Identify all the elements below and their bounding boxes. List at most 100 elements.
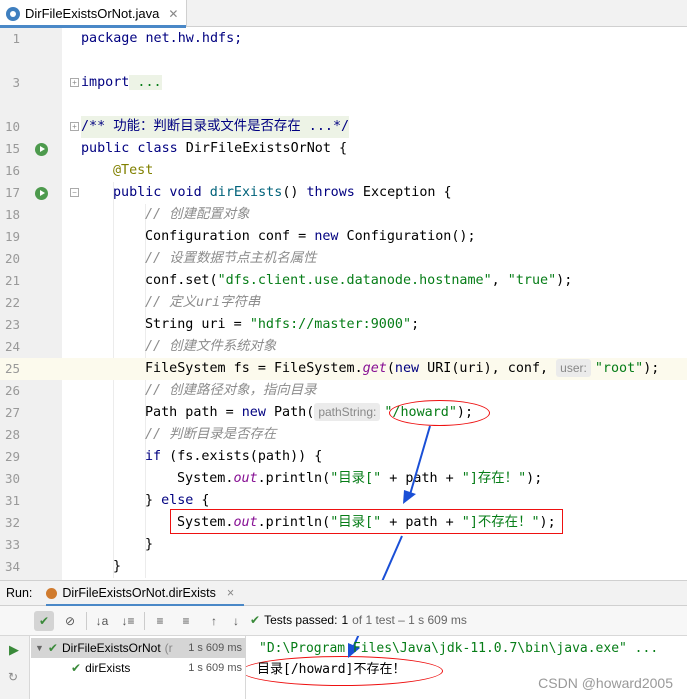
show-passed-button[interactable]: ✔ [34,611,54,631]
line-number: 17 [4,185,20,200]
code-editor[interactable]: 1 package net.hw.hdfs; 3 + import ... 10… [0,28,687,580]
code-line-23: 23 String uri = "hdfs://master:9000"; [0,314,687,336]
line-number: 1 [12,31,20,46]
annotation-highlight-box [170,509,563,534]
expand-all-button[interactable]: ≡ [150,611,170,631]
run-config-tab[interactable]: DirFileExistsOrNot.dirExists × [46,580,245,607]
line-number: 29 [4,449,20,464]
fold-icon[interactable]: + [70,122,79,131]
annotation-circle-path [389,400,490,426]
line-number: 27 [4,405,20,420]
line-number: 3 [12,75,20,90]
code-text: import [81,75,130,90]
code-line-22: 22 // 定义uri字符串 [0,292,687,314]
passed-check-icon: ✔ [250,613,261,627]
status-text: Tests passed: [264,613,338,627]
watermark: CSDN @howard2005 [538,675,673,691]
code-text: System. [177,471,234,486]
code-text: , [491,273,508,288]
rerun-failed-icon[interactable]: ↻ [8,670,18,684]
code-text: Path( [265,405,315,420]
code-line-1: 1 package net.hw.hdfs; [0,28,687,50]
line-number: 32 [4,515,20,530]
show-ignored-button[interactable]: ⊘ [60,611,80,631]
code-text: } [145,493,162,508]
file-tab-title: DirFileExistsOrNot.java [25,6,160,21]
line-number: 21 [4,273,20,288]
previous-test-button[interactable]: ↑ [204,611,224,631]
code-line-24: 24 // 创建文件系统对象 [0,336,687,358]
code-text: } [145,537,154,552]
code-text: // 定义uri字符串 [145,295,261,310]
run-label: Run: [6,586,33,600]
code-text: // 创建路径对象，指向目录 [145,383,317,398]
line-number: 19 [4,229,20,244]
code-text: new [241,405,266,420]
close-run-tab-icon[interactable]: × [227,586,234,600]
file-tab[interactable]: DirFileExistsOrNot.java ✕ [0,0,188,28]
toolbar-separator [144,612,145,630]
test-tree-method[interactable]: ✔ dirExists 1 s 609 ms [31,658,246,678]
code-text: { [193,493,210,508]
doc-comment[interactable]: /** 功能：判断目录或文件是否存在 ...*/ [81,119,349,134]
code-line-19: 19 Configuration conf = new Configuratio… [0,226,687,248]
code-text: + path + [381,471,462,486]
next-test-button[interactable]: ↓ [226,611,246,631]
sort-duration-button[interactable]: ↓≡ [118,611,138,631]
fold-icon[interactable]: + [70,78,79,87]
line-number: 18 [4,207,20,222]
code-text: "目录[" [330,471,382,486]
status-count: 1 [341,613,349,627]
code-text: .println( [257,471,331,486]
passed-check-icon: ✔ [71,661,82,675]
line-number: 31 [4,493,20,508]
code-text: // 创建文件系统对象 [145,339,277,354]
collapse-all-button[interactable]: ≡ [176,611,196,631]
code-text: ); [526,471,543,486]
java-class-icon [6,6,20,21]
code-line-26: 26 // 创建路径对象，指向目录 [0,380,687,402]
code-line-29: 29 if (fs.exists(path)) { [0,446,687,468]
sort-alpha-button[interactable]: ↓a [92,611,112,631]
chevron-down-icon[interactable]: ▼ [35,643,44,653]
code-line-25-current: 25 FileSystem fs = FileSystem.get(new UR… [0,358,687,380]
code-line-21: 21 conf.set("dfs.client.use.datanode.hos… [0,270,687,292]
code-text: Configuration conf = [145,229,315,244]
run-test-icon[interactable] [35,187,48,200]
folded-imports[interactable]: ... [129,75,162,90]
test-tree-class[interactable]: ▼ ✔ DirFileExistsOrNot (r 1 s 609 ms [31,638,246,658]
close-tab-icon[interactable]: ✕ [168,7,178,21]
test-duration: 1 s 609 ms [188,662,242,674]
code-line-27: 27 Path path = new Path(pathString: "/how… [0,402,687,424]
code-text: throws [306,185,355,200]
line-number: 30 [4,471,20,486]
code-line-20: 20 // 设置数据节点主机名属性 [0,248,687,270]
code-text: Configuration(); [338,229,476,244]
test-status: ✔ Tests passed: 1 of 1 test – 1 s 609 ms [250,613,467,627]
code-text: FileSystem fs = FileSystem. [145,361,363,376]
test-class-suffix: (r [164,641,173,655]
code-text: (fs.exists(path)) { [161,449,323,464]
code-text: ); [643,361,660,376]
test-duration: 1 s 609 ms [188,642,242,654]
rerun-icon[interactable]: ▶ [9,642,19,658]
code-text: () [282,185,307,200]
editor-tab-bar: DirFileExistsOrNot.java ✕ [0,0,687,28]
test-class-name: DirFileExistsOrNot [61,641,161,655]
test-config-icon [46,587,58,599]
code-line-16: 16 @Test [0,160,687,182]
parameter-hint: user: [556,359,591,377]
run-test-icon[interactable] [35,143,48,156]
test-tree[interactable]: ▼ ✔ DirFileExistsOrNot (r 1 s 609 ms ✔ d… [31,636,246,699]
code-text: // 创建配置对象 [145,207,250,222]
code-line-15: 15 public class DirFileExistsOrNot { [0,138,687,160]
fold-icon[interactable]: − [70,188,79,197]
passed-check-icon: ✔ [47,641,58,655]
parameter-hint: pathString: [314,403,381,421]
code-text: // 判断目录是否存在 [145,427,277,442]
code-text: new [314,229,339,244]
line-number: 25 [4,361,20,376]
code-text: // 设置数据节点主机名属性 [145,251,317,266]
run-panel-header: Run: DirFileExistsOrNot.dirExists × [0,580,687,607]
run-config-name: DirFileExistsOrNot.dirExists [62,586,216,600]
